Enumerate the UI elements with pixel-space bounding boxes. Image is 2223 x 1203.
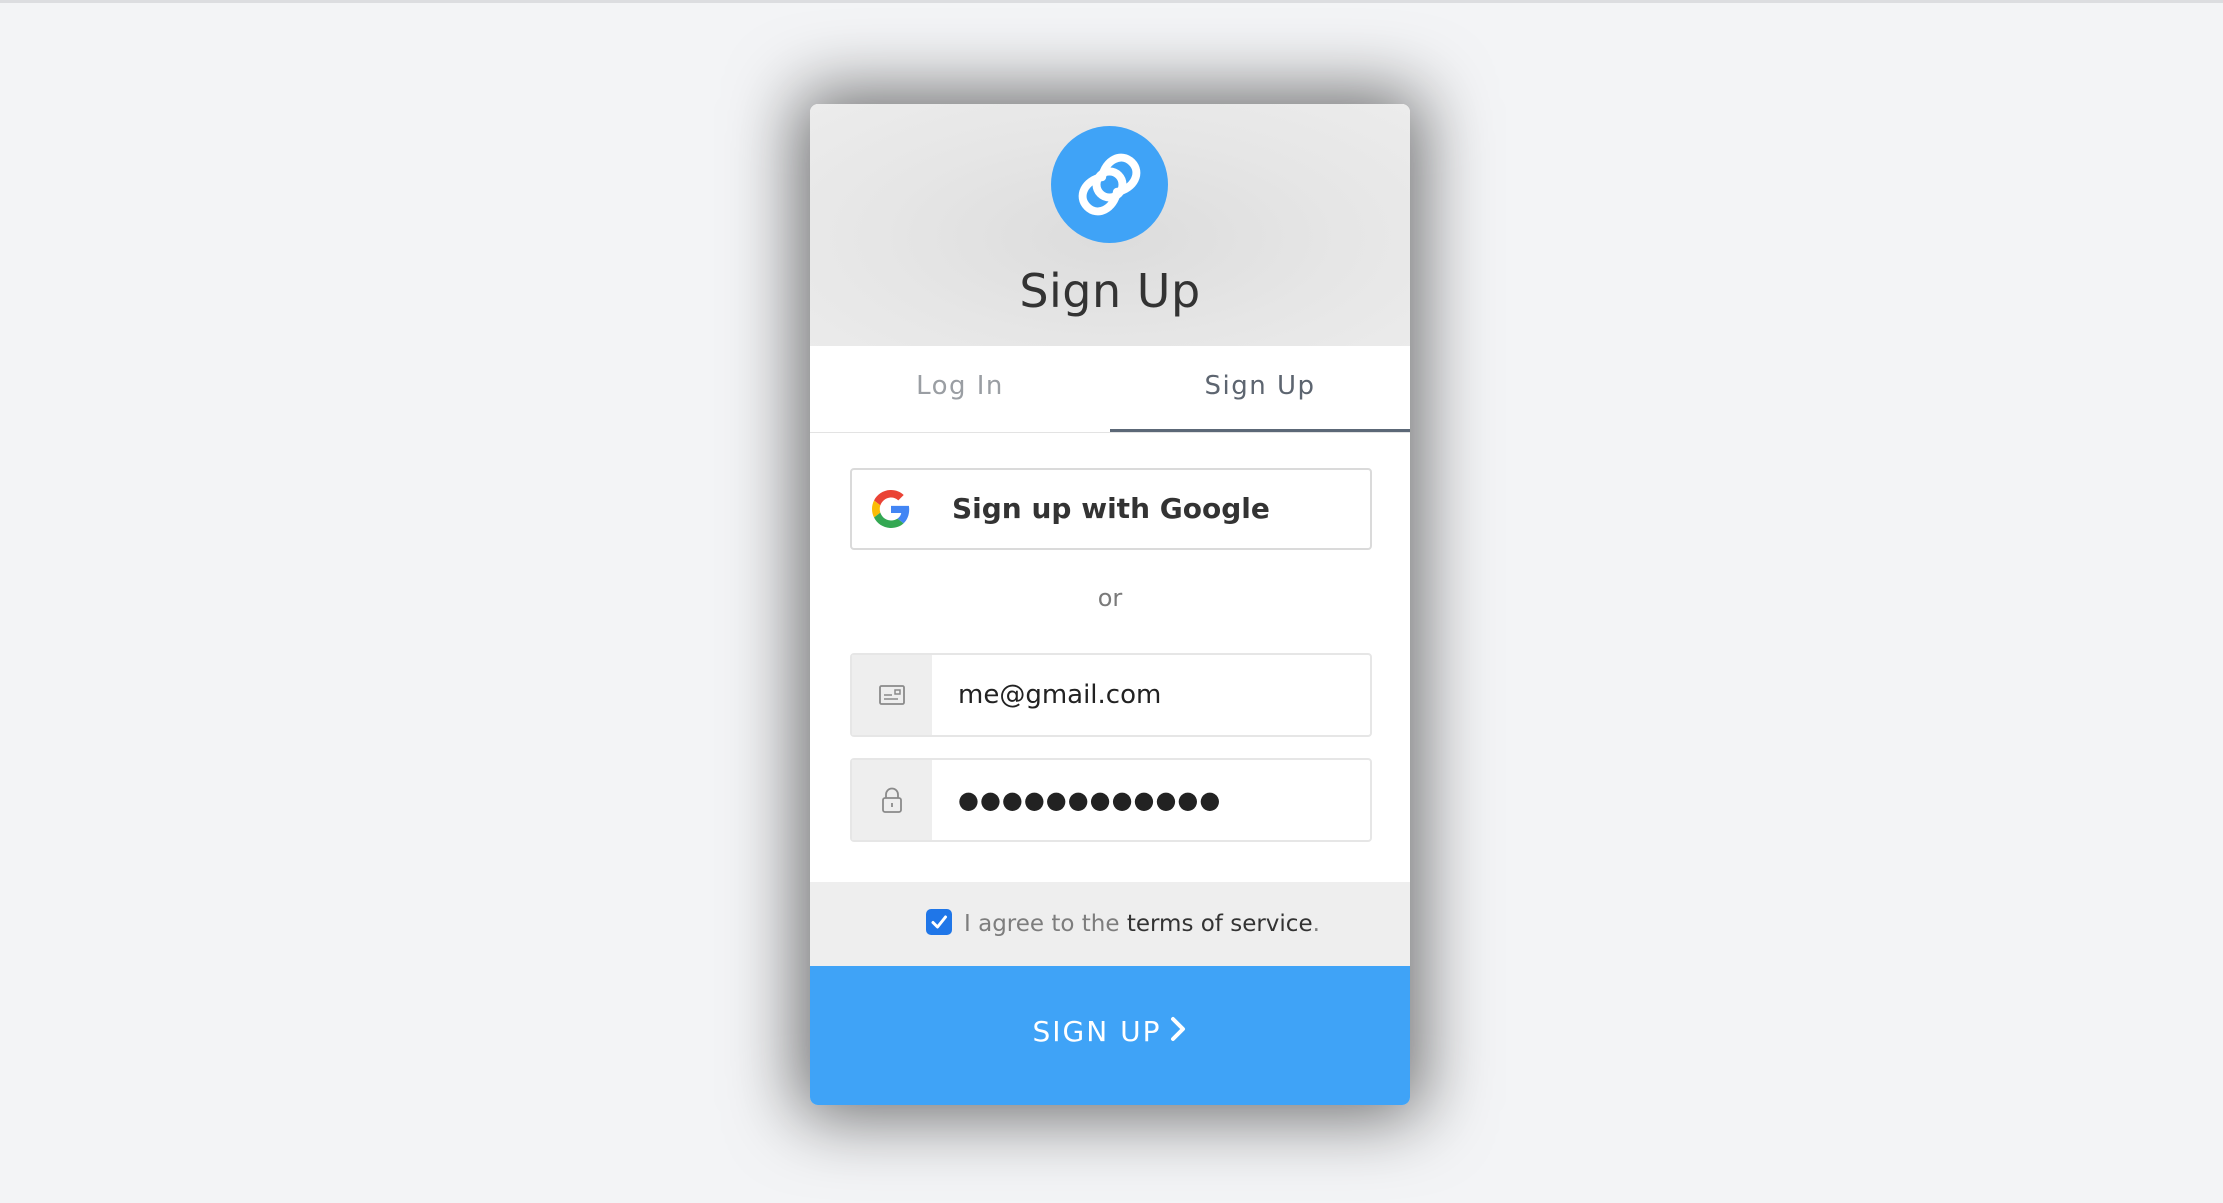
terms-prefix: I agree to the: [964, 911, 1120, 937]
terms-suffix: .: [1312, 911, 1320, 937]
tab-signup[interactable]: Sign Up: [1110, 346, 1410, 432]
card-header: Sign Up: [810, 104, 1410, 346]
tab-login[interactable]: Log In: [810, 346, 1110, 432]
chevron-right-icon: [1171, 1017, 1186, 1041]
google-button-label: Sign up with Google: [952, 492, 1270, 525]
password-icon-box: [852, 760, 932, 840]
terms-section: I agree to the terms of service.: [810, 882, 1410, 966]
helium-logo-icon: [1051, 126, 1168, 243]
terms-of-service-link[interactable]: terms of service: [1127, 911, 1313, 937]
checkmark-icon: [931, 915, 947, 929]
top-divider: [0, 0, 2223, 3]
signup-card: Sign Up Log In Sign Up Sign up with Goog…: [810, 104, 1410, 1105]
lock-icon: [882, 787, 902, 813]
active-tab-indicator: [1110, 429, 1410, 432]
submit-label: SIGN UP: [1032, 1015, 1162, 1048]
signup-submit-button[interactable]: SIGN UP: [810, 966, 1410, 1105]
email-icon-box: [852, 655, 932, 735]
email-input[interactable]: [932, 655, 1352, 735]
auth-tabs: Log In Sign Up: [810, 346, 1410, 433]
password-input[interactable]: [932, 760, 1352, 840]
google-signup-button[interactable]: Sign up with Google: [850, 468, 1372, 550]
password-field: [850, 758, 1372, 842]
or-separator: or: [1097, 584, 1123, 612]
google-icon: [872, 490, 910, 528]
terms-checkbox[interactable]: [926, 909, 952, 935]
page-title: Sign Up: [1019, 264, 1201, 318]
email-field: [850, 653, 1372, 737]
email-card-icon: [879, 685, 905, 705]
submit-content: SIGN UP: [810, 966, 1410, 1105]
terms-label: I agree to the terms of service.: [964, 882, 1320, 966]
